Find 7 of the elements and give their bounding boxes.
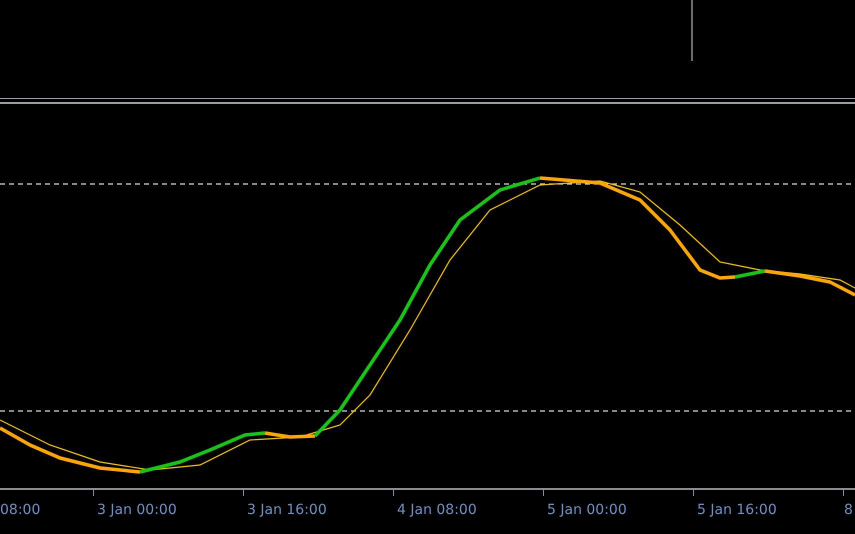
time-label: 5 Jan 00:00 <box>547 502 627 518</box>
time-label: 3 Jan 00:00 <box>97 502 177 518</box>
time-label: 8 <box>844 502 853 518</box>
time-label: 3 Jan 16:00 <box>247 502 327 518</box>
time-label: 08:00 <box>0 502 40 518</box>
time-label: 5 Jan 16:00 <box>697 502 777 518</box>
time-label: 4 Jan 08:00 <box>397 502 477 518</box>
